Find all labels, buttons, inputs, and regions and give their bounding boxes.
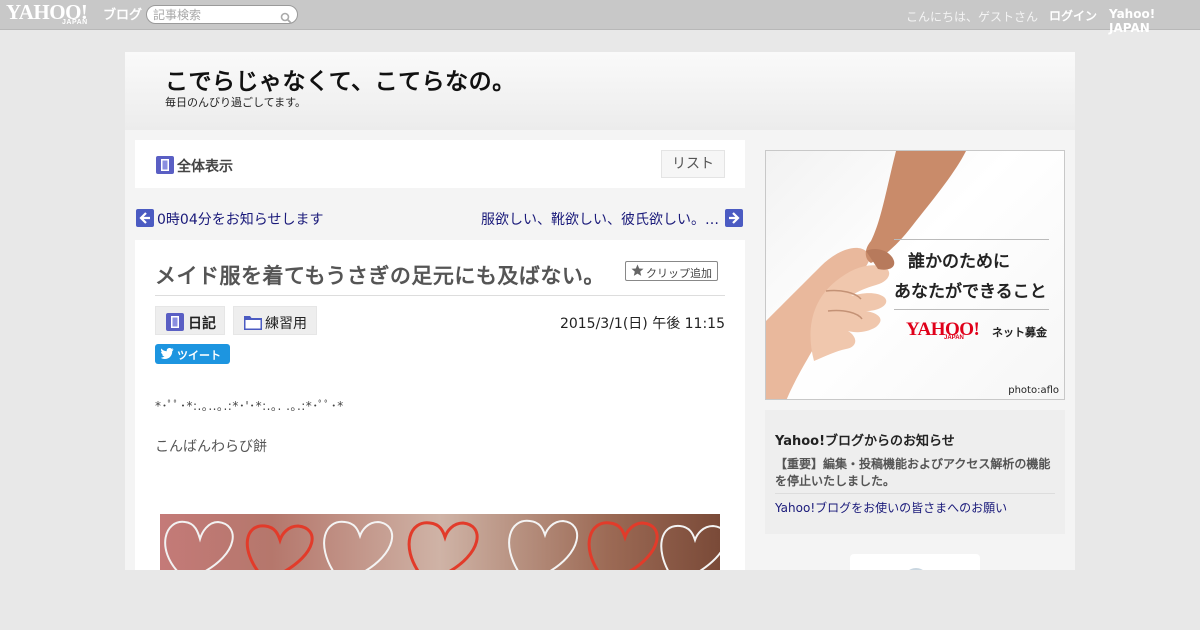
greeting-text: こんにちは、ゲストさん	[906, 10, 1039, 24]
tweet-label: ツイート	[177, 349, 221, 362]
notice-box: Yahoo!ブログからのお知らせ 【重要】編集・投稿機能およびアクセス解析の機能…	[765, 410, 1065, 534]
login-link[interactable]: ログイン	[1049, 7, 1097, 24]
article: メイド服を着てもうさぎの足元にも及ばない。 クリップ追加 日記 練習用 2015…	[135, 240, 745, 570]
notice-item-request[interactable]: Yahoo!ブログをお使いの皆さまへのお願い	[775, 499, 1007, 516]
book-icon	[166, 313, 184, 335]
ad-service-label: ネット募金	[992, 326, 1047, 339]
ad-headline-1: 誰かのために	[908, 252, 1010, 272]
ad-headline-2: あなたができること	[894, 282, 1047, 302]
tweet-button[interactable]: ツイート	[155, 344, 230, 364]
logo-sub: JAPAN	[62, 19, 88, 26]
ad-yahoo-logo: YAHOO!	[906, 319, 980, 340]
title-divider	[155, 295, 725, 296]
arrow-right-icon[interactable]	[725, 209, 743, 231]
search-input[interactable]	[153, 7, 273, 22]
blog-page: こでらじゃなくて、こてらなの。 毎日のんびり過ごしてます。 全体表示 リスト 0…	[125, 52, 1075, 584]
ad-banner[interactable]: 誰かのために あなたができること YAHOO! JAPAN ネット募金 phot…	[765, 150, 1065, 400]
folder-label: 練習用	[265, 316, 307, 332]
clip-button[interactable]: クリップ追加	[625, 261, 718, 281]
bottom-overlay	[0, 570, 1200, 630]
article-pager: 0時04分をお知らせします 服欲しい、靴欲しい、彼氏欲しい。…	[135, 202, 745, 234]
twitter-bird-icon	[160, 348, 174, 362]
article-title: メイド服を着てもうさぎの足元にも及ばない。	[155, 264, 605, 288]
decoration-text: *･ﾟﾟ･*:.｡..｡.:*･'･*:.｡. .｡.:*･ﾟﾟ･*	[155, 399, 344, 413]
ad-divider	[894, 239, 1049, 240]
star-icon	[631, 264, 644, 280]
article-body-text: こんばんわらび餅	[155, 439, 267, 455]
heart-overlay	[164, 519, 720, 570]
notice-item-important[interactable]: 【重要】編集・投稿機能およびアクセス解析の機能を停止いたしました。	[775, 456, 1055, 490]
blog-description: 毎日のんびり過ごしてます。	[165, 96, 307, 109]
ad-yahoo-logo-sub: JAPAN	[944, 335, 964, 341]
next-article-link[interactable]: 服欲しい、靴欲しい、彼氏欲しい。…	[481, 209, 719, 229]
all-view-link[interactable]: 全体表示	[177, 156, 233, 176]
ad-divider-2	[894, 309, 1049, 310]
category-label: 日記	[188, 316, 216, 332]
search-icon[interactable]	[280, 9, 292, 24]
book-icon	[156, 156, 174, 178]
top-bar: YAHOO! JAPAN ブログ こんにちは、ゲストさん ログイン Yahoo!…	[0, 0, 1200, 35]
ad-photo-credit: photo:aflo	[1008, 385, 1059, 396]
search-box	[146, 5, 298, 24]
logo-blog-label[interactable]: ブログ	[103, 4, 142, 23]
blog-title[interactable]: こでらじゃなくて、こてらなの。	[165, 62, 516, 96]
prev-article-link[interactable]: 0時04分をお知らせします	[157, 209, 323, 229]
handshake-image	[766, 151, 966, 399]
article-photo[interactable]	[160, 514, 720, 570]
yahoo-japan-link[interactable]: Yahoo! JAPAN	[1109, 7, 1200, 35]
clip-label: クリップ追加	[646, 267, 712, 280]
yahoo-logo[interactable]: YAHOO! JAPAN	[6, 2, 101, 28]
notice-divider	[775, 493, 1055, 494]
blog-header: こでらじゃなくて、こてらなの。 毎日のんびり過ごしてます。	[125, 52, 1075, 130]
category-button[interactable]: 日記	[155, 306, 225, 335]
article-toolbar: 全体表示 リスト	[135, 140, 745, 188]
list-button[interactable]: リスト	[661, 150, 725, 178]
notice-title: Yahoo!ブログからのお知らせ	[775, 434, 955, 449]
folder-icon	[244, 314, 262, 334]
article-date: 2015/3/1(日) 午後 11:15	[559, 316, 725, 332]
folder-button[interactable]: 練習用	[233, 306, 317, 335]
arrow-left-icon[interactable]	[136, 209, 154, 231]
